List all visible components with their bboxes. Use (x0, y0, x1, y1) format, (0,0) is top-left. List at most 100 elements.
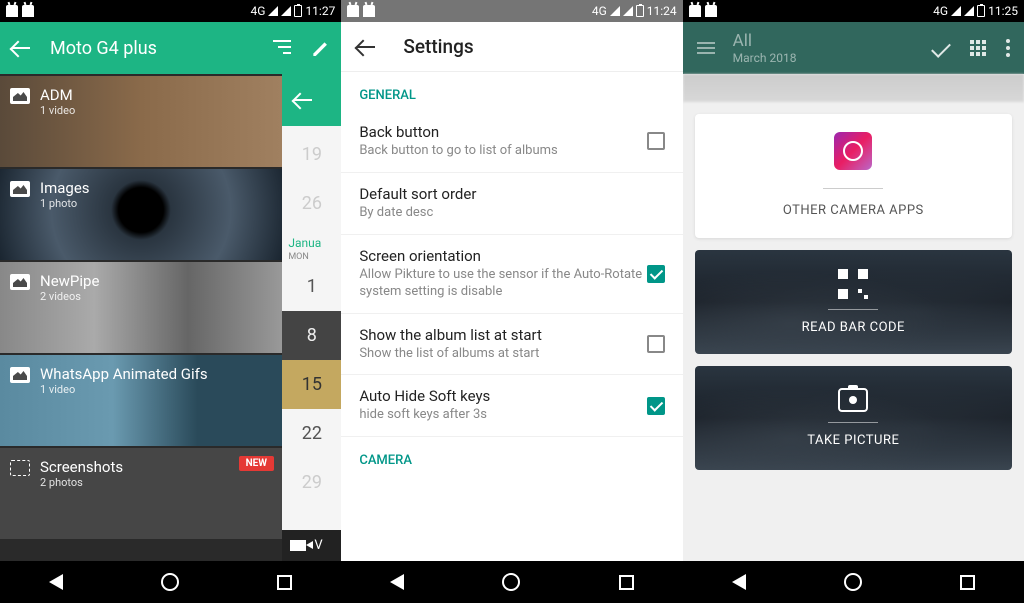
setting-title: Default sort order (359, 185, 664, 203)
folder-icon (10, 460, 30, 476)
calendar-day[interactable]: 26 (282, 179, 341, 228)
nav-recent-icon[interactable] (277, 575, 292, 590)
setting-title: Back button (359, 123, 646, 141)
setting-subtitle: Show the list of albums at start (359, 346, 646, 363)
nav-back-icon[interactable] (390, 574, 404, 590)
notification-icon (6, 5, 18, 17)
clock: 11:25 (988, 4, 1018, 18)
album-count: 1 video (40, 104, 75, 117)
app-bar: All March 2018 (683, 22, 1024, 74)
album-item[interactable]: ADM1 video (0, 76, 282, 167)
divider (828, 422, 878, 423)
calendar-dow: MON (282, 252, 341, 262)
back-icon[interactable] (12, 47, 30, 49)
edit-icon[interactable] (313, 40, 329, 56)
signal-icon (964, 6, 974, 16)
grid-icon[interactable] (970, 40, 986, 56)
nav-bar (341, 561, 682, 603)
calendar-day[interactable]: 22 (282, 409, 341, 458)
check-icon[interactable] (931, 38, 951, 58)
album-list[interactable]: ADM1 video Images1 photo NewPipe2 videos… (0, 74, 282, 561)
calendar-day[interactable]: 29 (282, 458, 341, 507)
signal-icon (951, 6, 961, 16)
notification-icon (689, 5, 701, 17)
battery-icon (636, 5, 644, 17)
new-badge: NEW (239, 456, 274, 471)
album-item[interactable]: Images1 photo (0, 169, 282, 260)
setting-subtitle: By date desc (359, 205, 664, 222)
network-label: 4G (251, 4, 266, 18)
tile-label: READ BAR CODE (802, 320, 905, 335)
qr-icon (838, 269, 868, 299)
nav-home-icon[interactable] (844, 573, 862, 591)
checkbox[interactable] (647, 132, 665, 150)
tile-label: TAKE PICTURE (807, 433, 899, 448)
signal-icon (281, 6, 291, 16)
network-label: 4G (592, 4, 607, 18)
album-item[interactable]: WhatsApp Animated Gifs1 video (0, 355, 282, 446)
nav-recent-icon[interactable] (960, 575, 975, 590)
take-picture-tile[interactable]: TAKE PICTURE (695, 366, 1012, 470)
album-item[interactable]: NewPipe2 videos (0, 262, 282, 353)
calendar-panel[interactable]: 19 26 Janua MON 1 8 15 22 29 V (282, 74, 341, 561)
album-count: 1 video (40, 383, 208, 396)
video-bar[interactable]: V (282, 530, 341, 561)
video-icon (290, 540, 306, 551)
screen-albums: 4G 11:27 Moto G4 plus ADM1 video Images1… (0, 0, 341, 603)
page-subtitle: March 2018 (733, 51, 932, 65)
nav-back-icon[interactable] (732, 574, 746, 590)
blurred-content (683, 74, 1024, 102)
notification-icon (363, 5, 375, 17)
calendar-day[interactable]: 8 (282, 311, 341, 360)
sort-icon[interactable] (273, 40, 291, 54)
section-header-camera: CAMERA (341, 437, 682, 476)
camera-icon (838, 388, 868, 412)
album-count: 2 videos (40, 290, 99, 303)
screen-settings: 4G 11:24 Settings GENERAL Back buttonBac… (341, 0, 682, 603)
album-name: ADM (40, 86, 75, 104)
back-icon[interactable] (294, 99, 312, 101)
album-item[interactable]: Screenshots2 photos NEW (0, 448, 282, 539)
album-name: Screenshots (40, 458, 123, 476)
notification-icon (347, 5, 359, 17)
nav-home-icon[interactable] (161, 573, 179, 591)
back-icon[interactable] (357, 46, 375, 48)
app-icon (834, 132, 872, 170)
album-count: 2 photos (40, 476, 123, 489)
setting-album-list-start[interactable]: Show the album list at start Show the lis… (341, 314, 682, 376)
setting-screen-orientation[interactable]: Screen orientationAllow Pikture to use t… (341, 235, 682, 314)
nav-bar (683, 561, 1024, 603)
checkbox[interactable] (647, 397, 665, 415)
barcode-tile[interactable]: READ BAR CODE (695, 250, 1012, 354)
checkbox[interactable] (647, 265, 665, 283)
setting-back-button[interactable]: Back buttonBack button to go to list of … (341, 111, 682, 173)
page-title: Settings (403, 35, 473, 58)
folder-icon (10, 181, 30, 197)
album-name: NewPipe (40, 272, 99, 290)
setting-auto-hide-softkeys[interactable]: Auto Hide Soft keyshide soft keys after … (341, 375, 682, 437)
folder-icon (10, 88, 30, 104)
overflow-icon[interactable] (1006, 39, 1010, 57)
nav-home-icon[interactable] (502, 573, 520, 591)
nav-back-icon[interactable] (49, 574, 63, 590)
setting-title: Show the album list at start (359, 326, 646, 344)
setting-sort-order[interactable]: Default sort order By date desc (341, 173, 682, 235)
page-title: All (733, 31, 932, 51)
menu-icon[interactable] (697, 42, 715, 54)
clock: 11:27 (305, 4, 335, 18)
calendar-day[interactable]: 1 (282, 262, 341, 311)
nav-recent-icon[interactable] (619, 575, 634, 590)
checkbox[interactable] (647, 335, 665, 353)
clock: 11:24 (647, 4, 677, 18)
calendar-day[interactable]: 15 (282, 360, 341, 409)
status-bar: 4G 11:25 (683, 0, 1024, 22)
divider (823, 188, 883, 189)
other-apps-card[interactable]: OTHER CAMERA APPS (695, 114, 1012, 238)
notification-icon (705, 5, 717, 17)
network-label: 4G (933, 4, 948, 18)
calendar-day[interactable]: 19 (282, 130, 341, 179)
section-header-general: GENERAL (341, 72, 682, 111)
folder-icon (10, 367, 30, 383)
screen-camera: 4G 11:25 All March 2018 OTHER CAMERA APP… (683, 0, 1024, 603)
signal-icon (268, 6, 278, 16)
